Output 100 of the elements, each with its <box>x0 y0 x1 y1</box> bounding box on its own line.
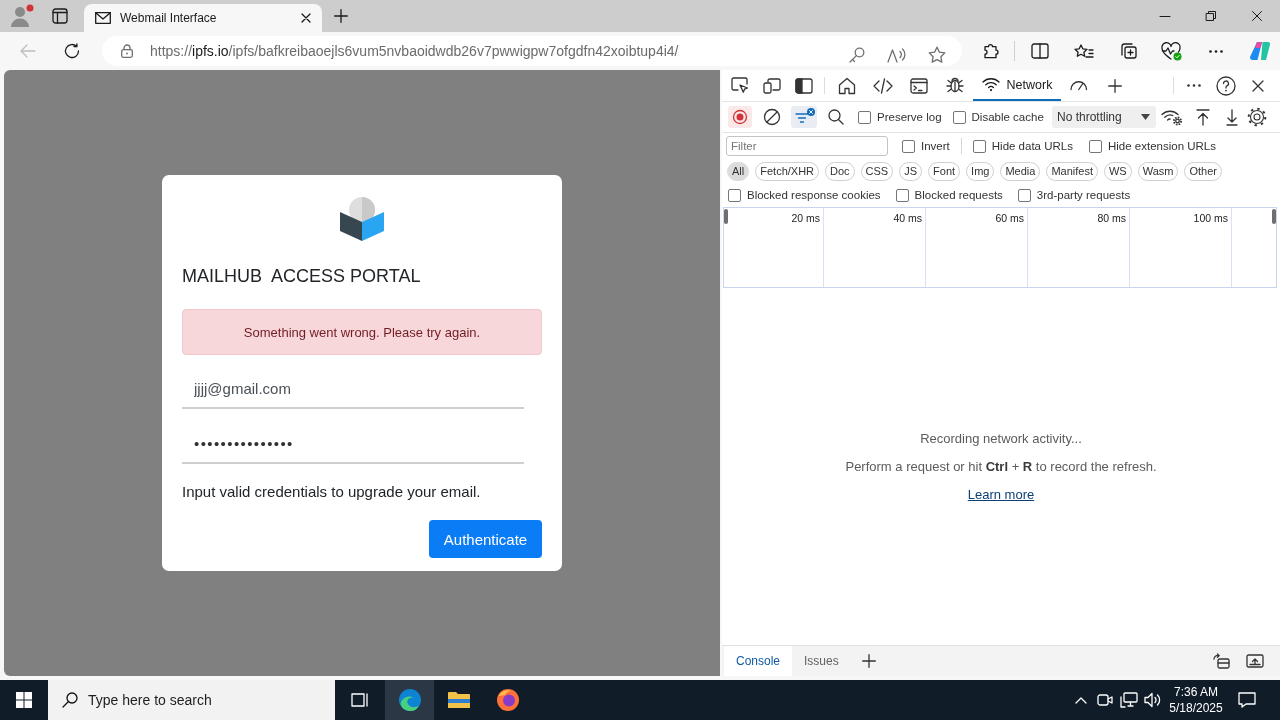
checkbox-label[interactable]: Invert <box>921 140 950 152</box>
email-field[interactable]: jjjj@gmail.com <box>182 369 524 409</box>
clock-time[interactable]: 7:36 AM <box>1174 684 1218 700</box>
tab-title[interactable]: Webmail Interface <box>120 11 217 25</box>
refresh-icon[interactable] <box>64 43 80 59</box>
bug-icon[interactable] <box>946 78 964 93</box>
restore-icon[interactable] <box>1206 11 1216 21</box>
split-screen-icon[interactable] <box>1031 43 1049 59</box>
home-icon[interactable] <box>838 76 856 95</box>
password-field[interactable]: ••••••••••••••• <box>182 424 524 464</box>
clock-date[interactable]: 5/18/2025 <box>1169 700 1223 716</box>
windows-logo-icon[interactable] <box>16 692 32 708</box>
monitor-icon[interactable] <box>1120 692 1138 708</box>
drawer-tab[interactable]: Issues <box>792 646 851 676</box>
favorites-icon[interactable] <box>1074 44 1094 58</box>
profile-icon[interactable] <box>10 4 34 28</box>
upload-icon[interactable] <box>1196 108 1210 126</box>
time-tick-label: 40 ms <box>893 212 922 224</box>
type-filter[interactable]: Manifest <box>1046 161 1098 181</box>
checkbox[interactable] <box>902 139 915 153</box>
clear-icon[interactable] <box>763 108 781 126</box>
settings-icon[interactable] <box>1247 107 1267 127</box>
instruction-text: Perform a request or hit Ctrl + R to record the refresh. <box>845 457 1157 476</box>
browser-swirl-icon <box>397 688 422 712</box>
close-icon[interactable] <box>1252 79 1264 92</box>
panel-arrow-icon[interactable] <box>1212 653 1230 669</box>
checkbox[interactable] <box>895 188 909 202</box>
more-icon[interactable] <box>1209 49 1223 53</box>
type-filter[interactable]: Media <box>1000 161 1041 181</box>
checkbox-label[interactable]: Disable cache <box>971 111 1044 123</box>
star-icon[interactable] <box>928 46 946 64</box>
instruction-text: Input valid credentials to upgrade your email. <box>182 483 482 501</box>
range-handle[interactable] <box>724 209 728 224</box>
checkbox-label[interactable]: Preserve log <box>877 111 942 123</box>
tab-actions-icon[interactable] <box>52 8 68 24</box>
taskbar-app-button[interactable] <box>385 680 434 720</box>
code-icon[interactable] <box>873 77 893 94</box>
camera-icon[interactable] <box>1097 694 1113 706</box>
wifi-settings-icon[interactable] <box>1161 108 1183 126</box>
checkbox-label[interactable]: Blocked response cookies <box>747 189 881 201</box>
checkbox-label[interactable]: 3rd-party requests <box>1036 189 1131 201</box>
minimize-icon[interactable] <box>1160 15 1170 17</box>
type-filter[interactable]: Font <box>928 161 961 181</box>
type-filter[interactable]: JS <box>899 161 923 181</box>
checkbox[interactable] <box>972 139 986 153</box>
puzzle-icon[interactable] <box>983 43 999 59</box>
plus-icon[interactable] <box>861 654 876 668</box>
address-bar[interactable]: https://ipfs.io/ipfs/bafkreibaoejls6vum5nvbaoidwdb26v7pwwigpw7ofgdfn42xoibtup4i4/ <box>102 36 962 66</box>
type-filter[interactable]: Img <box>966 161 995 181</box>
checkbox-label[interactable]: Hide data URLs <box>991 140 1073 152</box>
type-filter[interactable]: Wasm <box>1137 161 1179 181</box>
type-filter[interactable]: Other <box>1184 161 1222 181</box>
ribbon-logo-icon[interactable] <box>1249 40 1271 62</box>
recording-status-text: Recording network activity... <box>920 429 1082 448</box>
console-icon[interactable] <box>910 77 928 94</box>
authenticate-button[interactable]: Authenticate <box>429 520 542 558</box>
taskbar-search-field[interactable]: Type here to search <box>48 680 335 720</box>
record-icon[interactable] <box>728 106 752 128</box>
chat-bubble-icon[interactable] <box>1238 692 1256 708</box>
range-handle[interactable] <box>1272 209 1276 224</box>
help-icon[interactable] <box>1216 75 1236 96</box>
type-filter[interactable]: Fetch/XHR <box>755 161 820 181</box>
drawer-tab[interactable]: Console <box>724 646 793 676</box>
plus-icon[interactable] <box>1108 78 1122 93</box>
checkbox[interactable] <box>728 188 741 202</box>
download-icon[interactable] <box>1226 108 1238 126</box>
checkbox-label[interactable]: Hide extension URLs <box>1107 140 1216 152</box>
checkbox[interactable] <box>858 110 871 124</box>
type-filter[interactable]: All <box>727 161 750 181</box>
key-icon[interactable] <box>849 47 865 63</box>
volume-icon[interactable] <box>1144 692 1162 708</box>
panel-tab[interactable]: Network <box>973 70 1061 101</box>
more-icon[interactable] <box>1187 84 1201 87</box>
checkbox[interactable] <box>952 110 966 124</box>
throttling-select[interactable]: No throttling <box>1052 106 1156 128</box>
chevron-up-icon[interactable] <box>1075 696 1087 704</box>
device-icon[interactable] <box>763 77 781 94</box>
dock-icon[interactable] <box>795 77 813 94</box>
checkbox[interactable] <box>1088 139 1102 153</box>
checkbox[interactable] <box>1017 188 1031 202</box>
gauge-icon[interactable] <box>1070 80 1088 91</box>
inspect-icon[interactable] <box>731 77 749 94</box>
envelope-icon <box>95 12 111 24</box>
learn-more-link[interactable]: Learn more <box>967 480 1035 509</box>
checkbox-label[interactable]: Blocked requests <box>914 189 1003 201</box>
url-text[interactable]: https://ipfs.io/ipfs/bafkreibaoejls6vum5nvbaoidwdb26v7pwwigpw7ofgdfn42xoibtup4i4/ <box>150 43 679 59</box>
filter-field[interactable]: Filter <box>726 136 888 156</box>
close-icon[interactable] <box>1252 11 1262 21</box>
close-icon[interactable] <box>301 13 311 23</box>
read-aloud-icon[interactable] <box>887 47 907 63</box>
type-filter[interactable]: WS <box>1103 161 1132 181</box>
search-icon[interactable] <box>828 109 844 125</box>
task-view-icon[interactable] <box>351 692 369 708</box>
filter-icon[interactable] <box>791 106 817 128</box>
type-filter[interactable]: CSS <box>860 161 894 181</box>
heart-rate-icon[interactable] <box>1161 41 1183 61</box>
browser-tab[interactable]: Webmail Interface <box>84 4 322 32</box>
plus-icon[interactable] <box>334 9 348 23</box>
type-filter[interactable]: Doc <box>825 161 855 181</box>
collections-icon[interactable] <box>1119 42 1137 60</box>
